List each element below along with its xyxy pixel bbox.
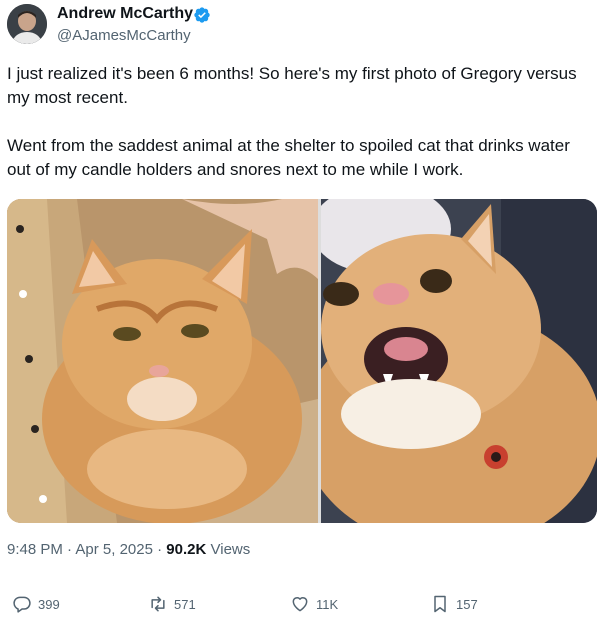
post-paragraph-2: Went from the saddest animal at the shel… (7, 136, 570, 179)
author-name[interactable]: Andrew McCarthy (57, 5, 193, 23)
repost-icon (151, 596, 165, 612)
repost-count: 571 (174, 596, 196, 612)
reply-icon (13, 596, 31, 613)
views-label: Views (210, 541, 251, 558)
tweet: Andrew McCarthy @AJamesMcCarthy I just r… (0, 0, 600, 623)
reply-count: 399 (38, 596, 60, 612)
like-button[interactable]: 11K (290, 592, 338, 616)
post-date[interactable]: Apr 5, 2025 (75, 541, 153, 558)
post-time[interactable]: 9:48 PM (7, 541, 63, 558)
like-count: 11K (316, 596, 339, 612)
bookmark-button[interactable]: 157 (430, 592, 478, 616)
meta-separator: · (157, 541, 163, 558)
author-handle[interactable]: @AJamesMcCarthy (57, 27, 191, 44)
photo-recent-cat[interactable] (321, 199, 597, 523)
reply-button[interactable]: 399 (12, 592, 60, 616)
meta-separator: · (67, 541, 73, 558)
avatar[interactable] (7, 4, 47, 44)
bookmark-icon (434, 595, 446, 613)
heart-icon (292, 597, 308, 612)
photo-first-cat[interactable] (7, 199, 318, 523)
post-text: I just realized it's been 6 months! So h… (7, 62, 592, 206)
media-grid (7, 199, 597, 523)
action-bar: 399 571 11K 157 (0, 592, 600, 616)
views-count: 90.2K (166, 541, 207, 558)
repost-button[interactable]: 571 (148, 592, 196, 616)
bookmark-count: 157 (456, 596, 478, 612)
verified-badge-icon (194, 7, 210, 23)
post-paragraph-1: I just realized it's been 6 months! So h… (7, 64, 577, 107)
post-meta: 9:48 PM · Apr 5, 2025 · 90.2K Views (7, 541, 250, 558)
